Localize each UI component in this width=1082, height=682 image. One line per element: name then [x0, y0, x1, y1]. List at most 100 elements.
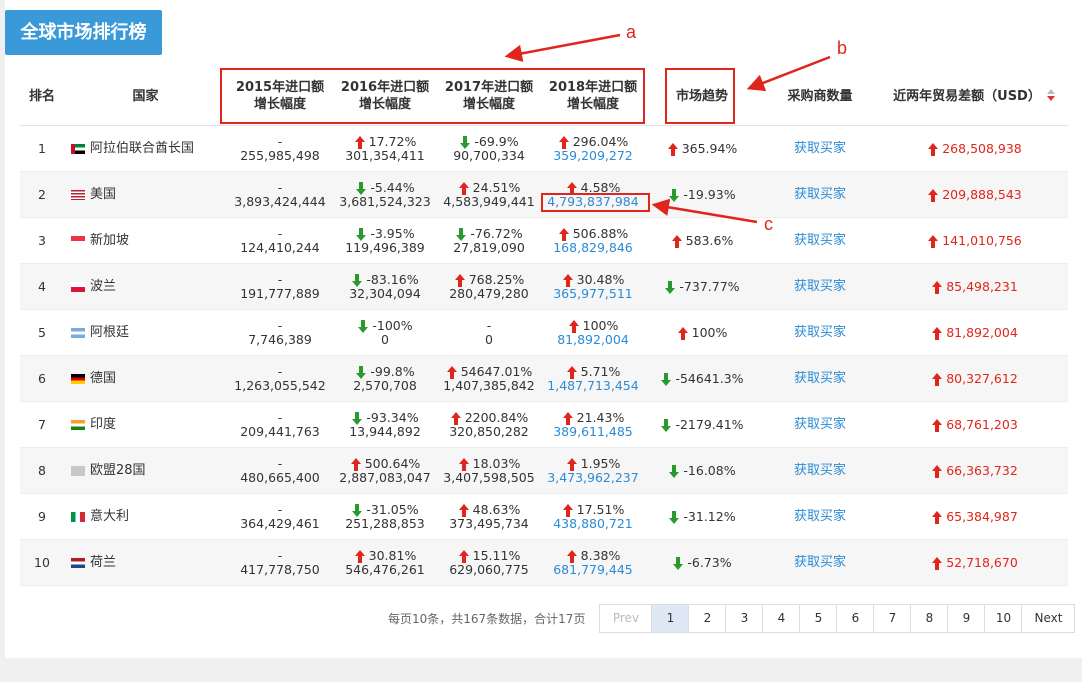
buyers-cell: 获取买家	[759, 218, 881, 264]
change-percent: -76.72%	[455, 227, 523, 241]
buyers-cell: 获取买家	[759, 448, 881, 494]
import-cell-2015: -209,441,763	[227, 402, 333, 448]
change-percent-value: 8.38%	[580, 548, 621, 563]
get-buyers-link[interactable]: 获取买家	[794, 556, 846, 570]
import-cell-2017: 768.25% 280,479,280	[437, 264, 541, 310]
change-percent-value: -	[277, 134, 283, 149]
change-percent: -	[278, 549, 283, 563]
arrow-down-icon	[355, 181, 367, 195]
arrow-up-icon	[354, 135, 366, 149]
rank-cell: 10	[34, 555, 50, 570]
get-buyers-link[interactable]: 获取买家	[794, 418, 846, 432]
change-percent: 54647.01%	[446, 364, 533, 379]
page-button-9[interactable]: 9	[948, 605, 986, 632]
import-cell-2017: -69.9% 90,700,334	[437, 126, 541, 172]
change-percent: -	[278, 411, 283, 425]
arrow-up-icon	[927, 234, 939, 248]
change-percent-value: 506.88%	[572, 226, 629, 241]
import-value[interactable]: 81,892,004	[557, 333, 629, 347]
arrow-up-icon	[458, 457, 470, 471]
arrow-down-icon	[660, 372, 672, 386]
page-button-2[interactable]: 2	[689, 605, 727, 632]
arrow-up-icon	[446, 365, 458, 379]
sort-icon[interactable]	[1046, 89, 1056, 101]
change-percent-value: -	[277, 180, 283, 195]
trade-diff-cell: 80,327,612	[881, 356, 1068, 402]
import-value: 209,441,763	[240, 424, 320, 439]
change-percent-value: -2179.41%	[675, 417, 744, 432]
change-percent: -31.12%	[668, 510, 736, 524]
change-percent-value: -	[277, 318, 283, 333]
change-percent: 24.51%	[458, 181, 520, 195]
import-value[interactable]: 681,779,445	[553, 563, 633, 577]
import-value[interactable]: 359,209,272	[553, 149, 633, 163]
trade-diff-cell: 268,508,938	[881, 126, 1068, 172]
page-button-1[interactable]: 1	[652, 605, 690, 632]
import-value[interactable]: 389,611,485	[553, 425, 633, 439]
import-cell-2018: 100% 81,892,004	[541, 310, 645, 356]
import-cell-2016: 17.72% 301,354,411	[333, 126, 437, 172]
import-cell-2015: -3,893,424,444	[227, 172, 333, 218]
import-cell-2017: 15.11% 629,060,775	[437, 540, 541, 586]
get-buyers-link[interactable]: 获取买家	[794, 464, 846, 478]
import-value[interactable]: 168,829,846	[553, 241, 633, 255]
import-value[interactable]: 438,880,721	[553, 517, 633, 531]
change-percent-value: 268,508,938	[942, 141, 1022, 156]
buyers-cell: 获取买家	[759, 126, 881, 172]
change-percent-value: 85,498,231	[946, 279, 1018, 294]
page-button-7[interactable]: 7	[874, 605, 912, 632]
arrow-up-icon	[458, 503, 470, 517]
get-buyers-link[interactable]: 获取买家	[794, 326, 846, 340]
page-button-8[interactable]: 8	[911, 605, 949, 632]
import-value: 90,700,334	[453, 148, 525, 163]
rank-cell: 1	[38, 141, 46, 156]
import-value: 32,304,094	[349, 286, 421, 301]
page-button-10[interactable]: 10	[985, 605, 1023, 632]
get-buyers-link[interactable]: 获取买家	[794, 234, 846, 248]
import-value: 191,777,889	[240, 286, 320, 301]
annotation-box-c	[541, 193, 650, 212]
page-button-5[interactable]: 5	[800, 605, 838, 632]
table-row: 3 新加坡 -124,410,244 -3.95% 119,496,389 -76.72%…	[20, 218, 1068, 264]
country-name: 阿拉伯联合酋长国	[90, 141, 195, 156]
change-percent-value: -54641.3%	[675, 371, 744, 386]
change-percent: 68,761,203	[931, 418, 1018, 432]
change-percent-value: 80,327,612	[946, 371, 1018, 386]
arrow-up-icon	[931, 556, 943, 570]
arrow-down-icon	[357, 319, 369, 333]
change-percent-value: 54647.01%	[460, 364, 533, 379]
table-row: 1 阿拉伯联合酋长国 -255,985,498 17.72% 301,354,411 -6…	[20, 126, 1068, 172]
page-button-4[interactable]: 4	[763, 605, 801, 632]
import-value[interactable]: 1,487,713,454	[547, 379, 638, 393]
import-cell-2015: -191,777,889	[227, 264, 333, 310]
flag-icon-it	[71, 512, 85, 522]
header-rank: 排名	[28, 88, 55, 104]
change-percent-value: 17.72%	[368, 134, 417, 149]
import-value[interactable]: 3,473,962,237	[547, 471, 638, 485]
change-percent-value: 2200.84%	[464, 410, 529, 425]
rank-cell: 9	[38, 509, 46, 524]
page-button-6[interactable]: 6	[837, 605, 875, 632]
get-buyers-link[interactable]: 获取买家	[794, 372, 846, 386]
import-cell-2016: -3.95% 119,496,389	[333, 218, 437, 264]
import-value[interactable]: 365,977,511	[553, 287, 633, 301]
page-button-3[interactable]: 3	[726, 605, 764, 632]
get-buyers-link[interactable]: 获取买家	[794, 510, 846, 524]
get-buyers-link[interactable]: 获取买家	[794, 142, 846, 156]
arrow-up-icon	[568, 319, 580, 333]
import-value: 2,570,708	[353, 378, 417, 393]
get-buyers-link[interactable]: 获取买家	[794, 280, 846, 294]
change-percent: -2179.41%	[660, 417, 744, 432]
country-name: 欧盟28国	[90, 463, 146, 478]
country-name: 阿根廷	[90, 325, 130, 340]
annotation-label-a: a	[626, 22, 637, 42]
next-page-button[interactable]: Next	[1022, 605, 1075, 632]
prev-page-button[interactable]: Prev	[600, 605, 653, 632]
get-buyers-link[interactable]: 获取买家	[794, 188, 846, 202]
arrow-up-icon	[562, 411, 574, 425]
change-percent: 583.6%	[671, 234, 733, 248]
change-percent-value: 48.63%	[472, 502, 521, 517]
header-trade-diff[interactable]: 近两年贸易差额（USD）	[881, 66, 1068, 126]
trade-diff-cell: 68,761,203	[881, 402, 1068, 448]
import-value: 27,819,090	[453, 240, 525, 255]
